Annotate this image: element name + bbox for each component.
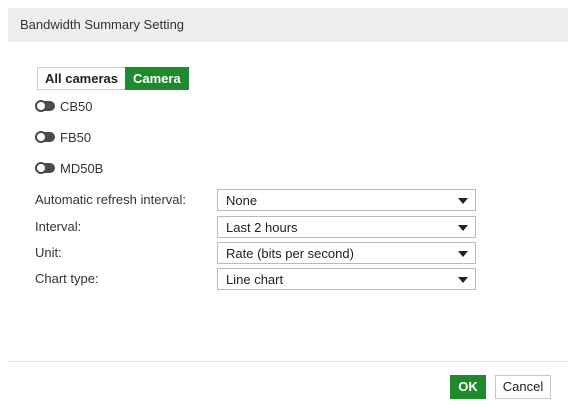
toggle-knob: [35, 100, 47, 112]
chevron-down-icon: [458, 251, 468, 257]
toggle-knob: [35, 131, 47, 143]
unit-select[interactable]: Rate (bits per second): [217, 242, 476, 264]
footer-divider: [8, 361, 568, 362]
interval-select[interactable]: Last 2 hours: [217, 216, 476, 238]
dialog-title: Bandwidth Summary Setting: [20, 17, 185, 32]
camera-label: FB50: [60, 129, 92, 145]
camera-label: MD50B: [60, 160, 104, 176]
refresh-label: Automatic refresh interval:: [35, 192, 187, 207]
chevron-down-icon: [458, 225, 468, 231]
unit-value: Rate (bits per second): [226, 246, 354, 261]
camera-scope-tabs: All cameras Camera: [37, 67, 189, 90]
tab-all-cameras[interactable]: All cameras: [37, 67, 125, 90]
interval-value: Last 2 hours: [226, 220, 298, 235]
tab-camera[interactable]: Camera: [125, 67, 189, 90]
interval-row: Interval: Last 2 hours: [35, 216, 485, 238]
toggle-switch[interactable]: [35, 131, 55, 143]
refresh-interval-select[interactable]: None: [217, 189, 476, 211]
bandwidth-summary-dialog: Bandwidth Summary Setting All cameras Ca…: [0, 0, 573, 408]
refresh-row: Automatic refresh interval: None: [35, 189, 485, 211]
camera-item-cb50[interactable]: CB50: [35, 96, 93, 116]
chart-type-value: Line chart: [226, 272, 284, 287]
cancel-button[interactable]: Cancel: [495, 375, 551, 399]
toggle-switch[interactable]: [35, 100, 55, 112]
ok-button[interactable]: OK: [450, 375, 486, 399]
chevron-down-icon: [458, 277, 468, 283]
toggle-knob: [35, 162, 47, 174]
unit-label: Unit:: [35, 245, 62, 260]
unit-row: Unit: Rate (bits per second): [35, 242, 485, 264]
dialog-header: Bandwidth Summary Setting: [8, 8, 568, 42]
interval-label: Interval:: [35, 219, 82, 234]
camera-label: CB50: [60, 98, 93, 114]
chart-type-select[interactable]: Line chart: [217, 268, 476, 290]
camera-item-md50b[interactable]: MD50B: [35, 158, 103, 178]
camera-item-fb50[interactable]: FB50: [35, 127, 91, 147]
refresh-value: None: [226, 193, 258, 208]
chart-type-row: Chart type: Line chart: [35, 268, 485, 290]
chevron-down-icon: [458, 198, 468, 204]
toggle-switch[interactable]: [35, 162, 55, 174]
chart-type-label: Chart type:: [35, 271, 99, 286]
